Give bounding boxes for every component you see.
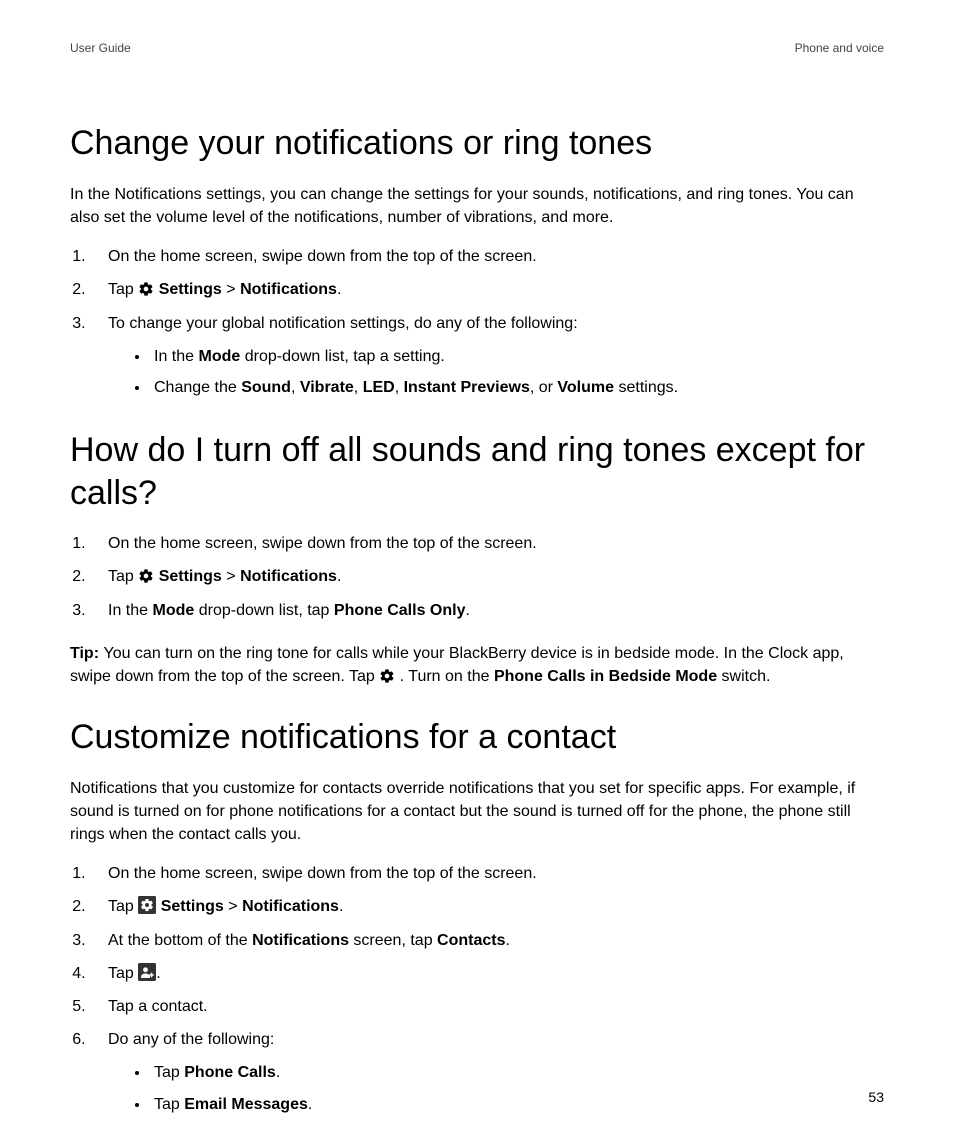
step-2: Tap Settings > Notifications. bbox=[90, 278, 884, 301]
tip-paragraph: Tip: You can turn on the ring tone for c… bbox=[70, 642, 884, 688]
bullet-pc-label: Phone Calls bbox=[184, 1064, 276, 1081]
s2-step-3-b: drop-down list, tap bbox=[194, 602, 334, 619]
bullet-sound-label: Sound bbox=[241, 379, 291, 396]
section-turn-off-sounds: How do I turn off all sounds and ring to… bbox=[70, 429, 884, 688]
gear-icon bbox=[138, 281, 154, 297]
add-contact-icon bbox=[138, 963, 156, 981]
heading-customize-contact: Customize notifications for a contact bbox=[70, 716, 884, 759]
bullet-change-settings: Change the Sound, Vibrate, LED, Instant … bbox=[150, 376, 884, 399]
step-3-bullets: In the Mode drop-down list, tap a settin… bbox=[108, 345, 884, 399]
page-header: User Guide Phone and voice bbox=[70, 40, 884, 57]
s3-step-2-gt: > bbox=[224, 898, 242, 915]
step-3: To change your global notification setti… bbox=[90, 312, 884, 400]
gear-icon bbox=[138, 568, 154, 584]
heading-turn-off-sounds: How do I turn off all sounds and ring to… bbox=[70, 429, 884, 514]
step-2-gt: > bbox=[222, 281, 240, 298]
s2-step-2: Tap Settings > Notifications. bbox=[90, 565, 884, 588]
s3-step-2-settings: Settings bbox=[161, 898, 224, 915]
bullet-c1: , bbox=[291, 379, 300, 396]
tip-text-b: . Turn on the bbox=[395, 668, 494, 685]
header-left: User Guide bbox=[70, 40, 131, 57]
page: User Guide Phone and voice Change your n… bbox=[0, 0, 954, 1145]
bullet-pc-period: . bbox=[276, 1064, 280, 1081]
s2-step-3-pco: Phone Calls Only bbox=[334, 602, 466, 619]
s2-step-2-tap: Tap bbox=[108, 568, 138, 585]
steps-change-notifications: On the home screen, swipe down from the … bbox=[70, 245, 884, 399]
s3-step-4-tap: Tap bbox=[108, 965, 138, 982]
bullet-or: , or bbox=[530, 379, 558, 396]
step-3-text: To change your global notification setti… bbox=[108, 315, 578, 332]
bullet-pc-tap: Tap bbox=[154, 1064, 184, 1081]
bullet-volume-label: Volume bbox=[557, 379, 614, 396]
s2-step-3-period: . bbox=[465, 602, 469, 619]
bullet-c3: , bbox=[395, 379, 404, 396]
s3-step-4: Tap . bbox=[90, 962, 884, 985]
s3-step-2: Tap Settings > Notifications. bbox=[90, 895, 884, 918]
heading-change-notifications: Change your notifications or ring tones bbox=[70, 122, 884, 165]
page-number: 53 bbox=[868, 1087, 884, 1107]
s3-step-3: At the bottom of the Notifications scree… bbox=[90, 929, 884, 952]
bullet-c2: , bbox=[354, 379, 363, 396]
s3-step-2-notifications: Notifications bbox=[242, 898, 339, 915]
step-2-period: . bbox=[337, 281, 341, 298]
s3-step-2-period: . bbox=[339, 898, 343, 915]
s3-step-6: Do any of the following: Tap Phone Calls… bbox=[90, 1028, 884, 1116]
s2-step-2-settings: Settings bbox=[159, 568, 222, 585]
s3-step-6-text: Do any of the following: bbox=[108, 1031, 274, 1048]
s2-step-3: In the Mode drop-down list, tap Phone Ca… bbox=[90, 599, 884, 622]
s3-step-2-tap: Tap bbox=[108, 898, 138, 915]
s3-step-6-bullets: Tap Phone Calls. Tap Email Messages. bbox=[108, 1061, 884, 1115]
step-2-tap-text: Tap bbox=[108, 281, 138, 298]
bullet-led-label: LED bbox=[363, 379, 395, 396]
section-customize-contact: Customize notifications for a contact No… bbox=[70, 716, 884, 1116]
s2-step-2-gt: > bbox=[222, 568, 240, 585]
bullet-mode-a: In the bbox=[154, 348, 198, 365]
header-right: Phone and voice bbox=[795, 40, 884, 57]
bullet-mode-b: drop-down list, tap a setting. bbox=[240, 348, 445, 365]
s2-step-3-a: In the bbox=[108, 602, 152, 619]
step-2-settings-label: Settings bbox=[159, 281, 222, 298]
intro-customize-contact: Notifications that you customize for con… bbox=[70, 777, 884, 847]
gear-icon bbox=[379, 668, 395, 684]
s3-step-3-period: . bbox=[505, 932, 509, 949]
bullet-em-label: Email Messages bbox=[184, 1096, 308, 1113]
s3-step-3-notif: Notifications bbox=[252, 932, 349, 949]
intro-change-notifications: In the Notifications settings, you can c… bbox=[70, 183, 884, 229]
s3-step-4-period: . bbox=[156, 965, 160, 982]
gear-box-icon bbox=[138, 896, 156, 914]
step-2-notifications-label: Notifications bbox=[240, 281, 337, 298]
bullet-mode: In the Mode drop-down list, tap a settin… bbox=[150, 345, 884, 368]
bullet-email-messages: Tap Email Messages. bbox=[150, 1093, 884, 1116]
tip-switch-label: Phone Calls in Bedside Mode bbox=[494, 668, 717, 685]
s3-step-1: On the home screen, swipe down from the … bbox=[90, 862, 884, 885]
steps-turn-off-sounds: On the home screen, swipe down from the … bbox=[70, 532, 884, 622]
bullet-mode-label: Mode bbox=[198, 348, 240, 365]
s2-step-1: On the home screen, swipe down from the … bbox=[90, 532, 884, 555]
bullet-vibrate-label: Vibrate bbox=[300, 379, 354, 396]
tip-label: Tip: bbox=[70, 645, 103, 662]
step-1: On the home screen, swipe down from the … bbox=[90, 245, 884, 268]
s2-step-3-mode: Mode bbox=[152, 602, 194, 619]
s3-step-5: Tap a contact. bbox=[90, 995, 884, 1018]
bullet-change-a: Change the bbox=[154, 379, 241, 396]
s2-step-2-notifications: Notifications bbox=[240, 568, 337, 585]
s3-step-3-b: screen, tap bbox=[349, 932, 437, 949]
s3-step-3-a: At the bottom of the bbox=[108, 932, 252, 949]
bullet-instant-label: Instant Previews bbox=[404, 379, 530, 396]
steps-customize-contact: On the home screen, swipe down from the … bbox=[70, 862, 884, 1116]
bullet-phone-calls: Tap Phone Calls. bbox=[150, 1061, 884, 1084]
bullet-em-tap: Tap bbox=[154, 1096, 184, 1113]
bullet-em-period: . bbox=[308, 1096, 312, 1113]
s2-step-2-period: . bbox=[337, 568, 341, 585]
bullet-end: settings. bbox=[614, 379, 678, 396]
tip-text-c: switch. bbox=[717, 668, 770, 685]
s3-step-3-contacts: Contacts bbox=[437, 932, 505, 949]
